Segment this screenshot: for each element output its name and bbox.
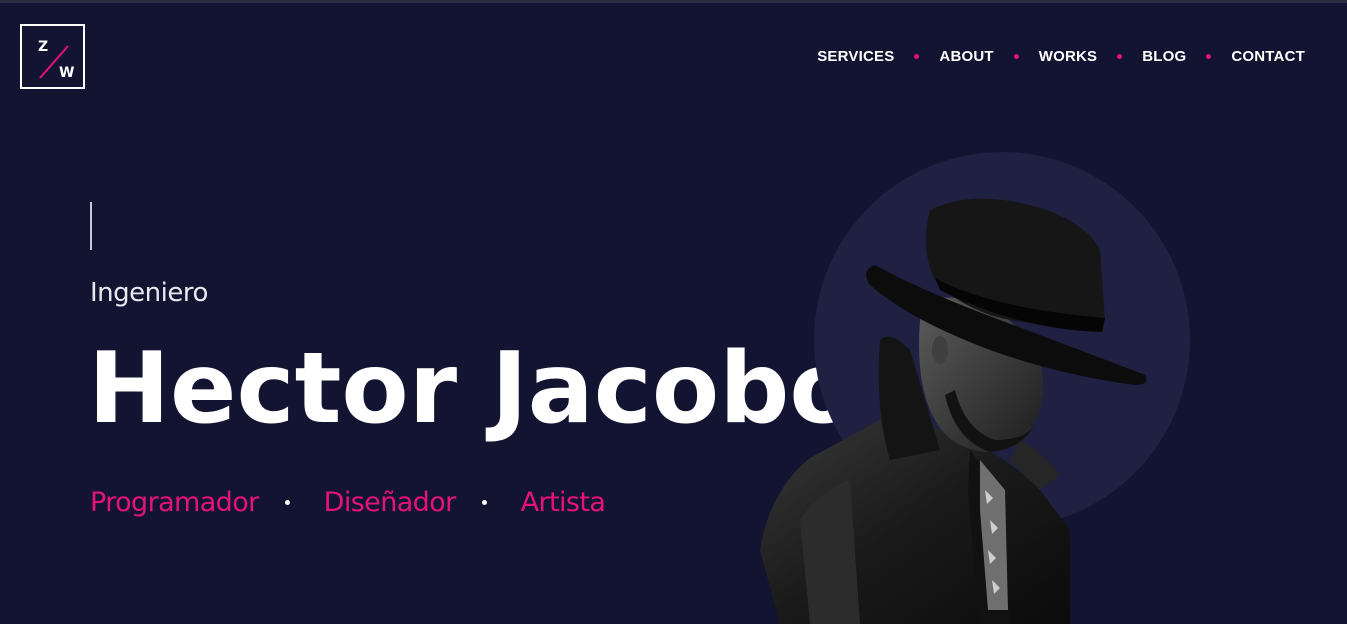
nav-contact[interactable]: CONTACT <box>1231 48 1305 65</box>
nav-works[interactable]: WORKS <box>1039 48 1098 65</box>
logo[interactable]: Z W <box>20 24 85 89</box>
hero-subtitle: Ingeniero <box>90 278 208 308</box>
main-nav: SERVICES ABOUT WORKS BLOG CONTACT <box>817 48 1305 65</box>
nav-about[interactable]: ABOUT <box>939 48 993 65</box>
hero-accent-line <box>90 202 92 250</box>
portrait-image <box>760 198 1147 624</box>
logo-letter-top: Z <box>38 39 49 55</box>
role-artista: Artista <box>520 487 606 518</box>
nav-separator-dot <box>1206 54 1212 59</box>
nav-blog[interactable]: BLOG <box>1142 48 1186 65</box>
role-separator-dot <box>284 500 290 505</box>
nav-separator-dot <box>1117 54 1123 59</box>
hero-roles: Programador Diseñador Artista <box>90 487 606 518</box>
nav-separator-dot <box>914 54 920 59</box>
logo-letter-bottom: W <box>59 65 75 81</box>
nav-services[interactable]: SERVICES <box>817 48 894 65</box>
top-border <box>0 0 1347 3</box>
role-programador: Programador <box>90 487 259 518</box>
role-separator-dot <box>481 500 487 505</box>
nav-separator-dot <box>1013 54 1019 59</box>
role-disenador: Diseñador <box>323 487 457 518</box>
